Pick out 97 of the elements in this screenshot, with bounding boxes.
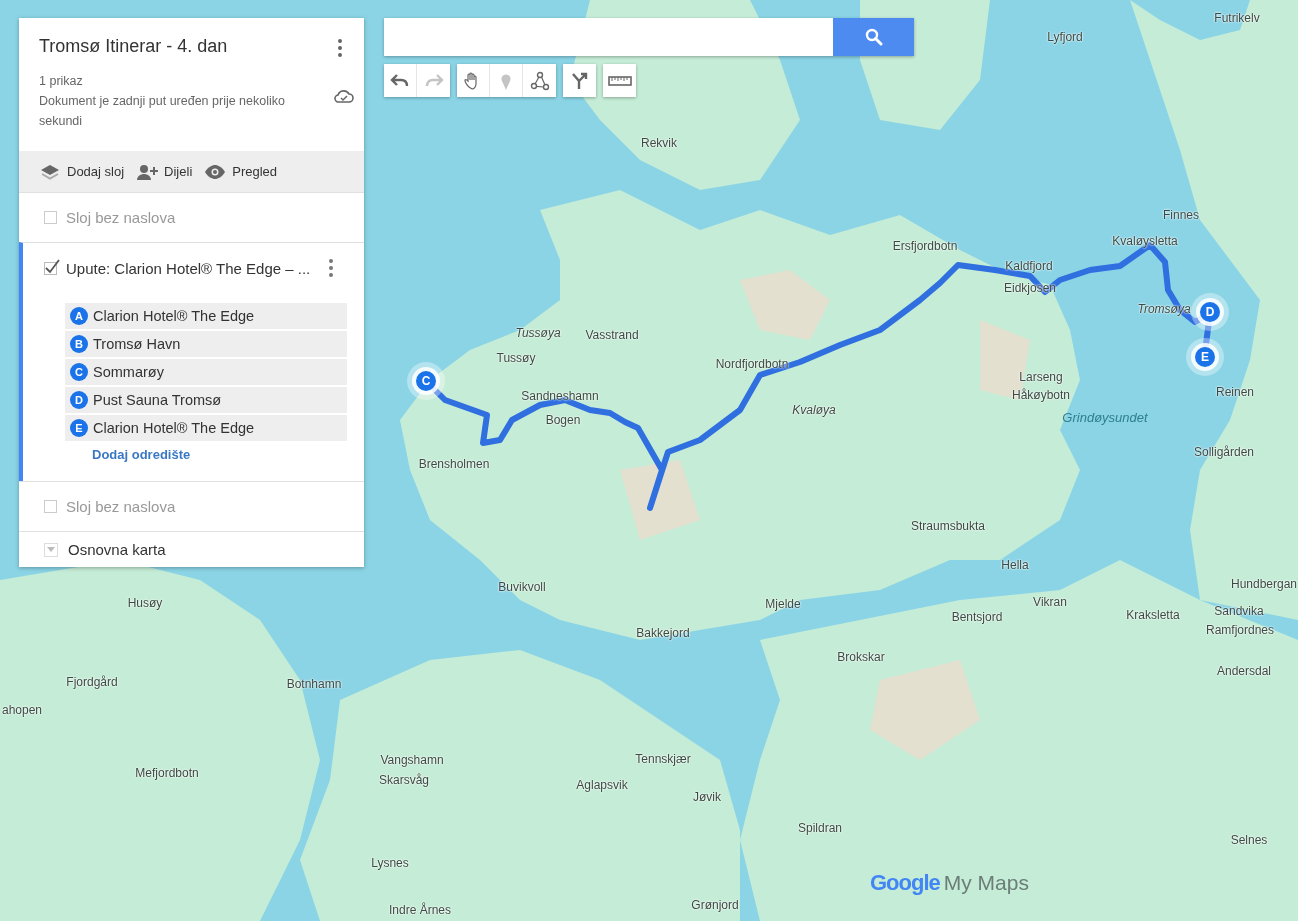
checkbox[interactable]: [44, 211, 57, 224]
place-label: Kvaløya: [792, 403, 836, 417]
stop-letter-badge: E: [70, 419, 88, 437]
polyline-icon: [529, 70, 550, 91]
fork-arrow-icon: [569, 70, 590, 91]
place-label: Bakkejord: [636, 626, 690, 640]
search-icon: [864, 28, 883, 46]
place-label: Sandneshamn: [521, 389, 599, 403]
search-button[interactable]: [833, 18, 914, 56]
place-label: Solligården: [1194, 445, 1254, 459]
dropdown-toggle[interactable]: [44, 542, 58, 557]
stop-letter-badge: A: [70, 307, 88, 325]
stop-item[interactable]: A Clarion Hotel® The Edge: [65, 303, 347, 329]
place-label: Nordfjordbotn: [715, 357, 789, 371]
place-label: Bogen: [545, 413, 581, 427]
preview-button[interactable]: Pregled: [204, 162, 278, 181]
route-marker[interactable]: C: [416, 371, 436, 391]
place-label: Rekvik: [641, 136, 677, 150]
share-button[interactable]: Dijeli: [136, 162, 193, 181]
place-label: Larseng: [1019, 370, 1063, 384]
place-label: Kaldfjord: [1005, 259, 1053, 273]
checkbox[interactable]: [44, 261, 57, 275]
place-label: Mefjordbotn: [135, 766, 199, 780]
map-title: Tromsø Itinerar - 4. dan: [39, 36, 229, 57]
place-label: Selnes: [1230, 833, 1268, 847]
place-label: Husøy: [127, 596, 163, 610]
add-destination-link[interactable]: Dodaj odredište: [92, 447, 191, 462]
place-label: Andersdal: [1217, 664, 1271, 678]
place-label: Buvikvoll: [498, 580, 546, 594]
caret-icon: [46, 546, 56, 553]
place-label: Fjordgård: [66, 675, 118, 689]
place-label: Jøvik: [693, 790, 721, 804]
place-label: Spildran: [798, 821, 842, 835]
search-field[interactable]: [384, 18, 833, 56]
place-label: Mjelde: [765, 597, 801, 611]
hand-button[interactable]: [457, 64, 490, 97]
layer-button[interactable]: Dodaj sloj: [39, 162, 125, 181]
layers-icon: [39, 162, 61, 181]
stop-letter-badge: B: [70, 335, 88, 353]
place-label: Håkøybotn: [1012, 388, 1070, 402]
place-label: Brensholmen: [418, 457, 490, 471]
route-marker[interactable]: E: [1195, 347, 1215, 367]
place-label: Finnes: [1163, 208, 1199, 222]
place-label: Reinen: [1216, 385, 1254, 399]
stop-item[interactable]: D Pust Sauna Tromsø: [65, 387, 347, 413]
directions-button[interactable]: [563, 64, 596, 97]
place-label: Skarsvåg: [379, 773, 429, 787]
stop-letter-badge: D: [70, 391, 88, 409]
stop-letter-badge: C: [70, 363, 88, 381]
place-label: Botnhamn: [286, 677, 342, 691]
place-label: Bentsjord: [951, 610, 1003, 624]
place-label: Hundbergan: [1230, 577, 1298, 591]
place-label: Lyfjord: [1047, 30, 1083, 44]
line-button[interactable]: [523, 64, 556, 97]
ruler-button[interactable]: [603, 64, 636, 97]
place-label: Vikran: [1033, 595, 1067, 609]
place-label: Kvaløysletta: [1112, 234, 1178, 248]
place-label: Tussøya: [515, 326, 561, 340]
cloud-check-icon: [334, 88, 354, 104]
place-label: Aglapsvik: [576, 778, 628, 792]
layer-title: Sloj bez naslova: [66, 498, 176, 515]
place-label: Indre Årnes: [389, 903, 451, 917]
place-label: Kraksletta: [1126, 608, 1180, 622]
place-label: Tussøy: [496, 351, 536, 365]
place-label: Tennskjær: [635, 752, 691, 766]
layer-title: Upute: Clarion Hotel® The Edge – ...: [66, 259, 311, 277]
place-label: Vangshamn: [380, 753, 444, 767]
check-icon: [44, 258, 60, 274]
place-label: Vasstrand: [585, 328, 639, 342]
place-label: Grønjord: [691, 898, 739, 912]
more-icon: [337, 38, 343, 58]
logo-product: My Maps: [943, 871, 1029, 895]
place-label: Futrikelv: [1214, 11, 1260, 25]
layer-title: Sloj bez naslova: [66, 209, 176, 226]
place-label: Brokskar: [837, 650, 885, 664]
place-label: Ramfjordnes: [1206, 623, 1274, 637]
stop-item[interactable]: C Sommarøy: [65, 359, 347, 385]
base-map-label: Osnovna karta: [68, 541, 166, 558]
route-marker[interactable]: D: [1200, 302, 1220, 322]
view-count: 1 prikaz: [39, 73, 84, 90]
more-icon: [328, 258, 334, 278]
logo-wordmark: Google: [870, 870, 940, 896]
eye-icon: [204, 162, 227, 181]
place-label: Sandvika: [1214, 604, 1264, 618]
checkbox[interactable]: [44, 500, 57, 513]
place-label: Hella: [1001, 558, 1029, 572]
stop-item[interactable]: E Clarion Hotel® The Edge: [65, 415, 347, 441]
undo-button[interactable]: [384, 64, 417, 97]
place-label: Straumsbukta: [911, 519, 985, 533]
add-person-icon: [136, 162, 159, 181]
place-label: Lysnes: [371, 856, 409, 870]
stop-item[interactable]: B Tromsø Havn: [65, 331, 347, 357]
place-label: ahopen: [2, 703, 42, 717]
layer-panel[interactable]: Upute: Clarion Hotel® The Edge – ... A Clarion Hotel® The Edge B Tromsø Havn C Sommarøy D Pust Sauna Tromsø E Clarion Hotel® The Edge Dodaj odredište: [19, 242, 364, 481]
place-label: Grindøysundet: [1062, 409, 1148, 425]
save-status: Dokument je zadnji put uređen prije nekoliko sekundi: [39, 93, 286, 130]
place-label: Ersfjordbotn: [892, 239, 958, 253]
